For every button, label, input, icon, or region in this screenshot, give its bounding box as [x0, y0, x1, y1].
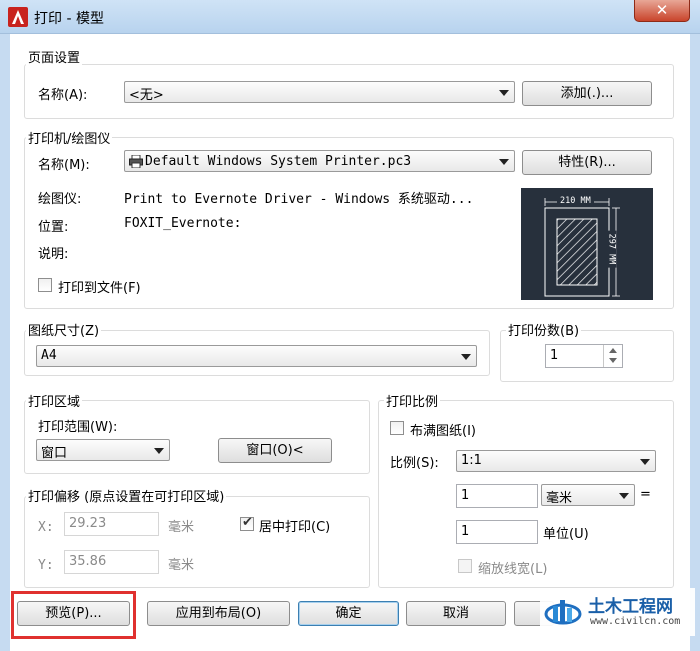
copies-spinner[interactable]: [603, 345, 623, 367]
chevron-down-icon: [154, 448, 164, 454]
offset-x-input[interactable]: 29.23: [64, 512, 159, 536]
unit-label: 单位(U): [543, 527, 589, 542]
preview-button-highlight: [11, 591, 136, 639]
scale-unit-value: 毫米: [546, 491, 573, 506]
location-label: 位置:: [38, 220, 69, 235]
plot-scale-group-label: 打印比例: [384, 391, 441, 410]
watermark-url: www.civilcn.com: [590, 616, 681, 627]
scale-lineweights-checkbox[interactable]: [458, 559, 472, 573]
plotter-value: Print to Evernote Driver - Windows 系统驱动.…: [124, 192, 474, 207]
add-page-setup-button[interactable]: 添加(.)...: [522, 81, 652, 106]
center-plot-checkbox[interactable]: ✔: [240, 515, 254, 531]
autocad-logo-icon: [8, 7, 28, 27]
fit-to-paper-checkbox[interactable]: [390, 421, 404, 435]
chevron-down-icon: [499, 90, 509, 96]
page-setup-group-label: 页面设置: [26, 47, 83, 66]
printer-name-dropdown[interactable]: Default Windows System Printer.pc3: [124, 150, 515, 172]
plot-range-label: 打印范围(W):: [38, 420, 118, 435]
apply-to-layout-button[interactable]: 应用到布局(O): [147, 601, 290, 626]
paper-size-group-label: 图纸尺寸(Z): [26, 320, 102, 339]
scale-label: 比例(S):: [390, 456, 439, 471]
printer-name-label: 名称(M):: [38, 158, 90, 173]
center-plot-label: 居中打印(C): [259, 520, 331, 535]
printer-name-value: Default Windows System Printer.pc3: [145, 154, 412, 169]
scale-value: 1:1: [461, 453, 482, 468]
window-title: 打印 - 模型: [34, 11, 104, 27]
plot-range-dropdown[interactable]: 窗口: [36, 439, 170, 461]
copies-group-label: 打印份数(B): [506, 320, 582, 339]
plotter-label: 绘图仪:: [38, 192, 82, 207]
offset-y-unit: 毫米: [168, 558, 195, 573]
scale-value1-input[interactable]: 1: [456, 484, 538, 508]
close-button[interactable]: ✕: [634, 0, 690, 22]
location-value: FOXIT_Evernote:: [124, 216, 242, 231]
ok-button[interactable]: 确定: [298, 601, 399, 626]
window-border-left: [0, 34, 10, 651]
page-setup-name-label: 名称(A):: [38, 88, 88, 103]
offset-x-unit: 毫米: [168, 520, 195, 535]
print-to-file-checkbox[interactable]: [38, 278, 52, 292]
paper-size-value: A4: [41, 348, 57, 363]
paper-height-dim: 297 MM: [606, 230, 617, 268]
chevron-down-icon: [499, 159, 509, 165]
spin-up-icon[interactable]: [609, 348, 617, 353]
watermark-title: 土木工程网: [588, 597, 673, 617]
page-setup-name-value: <无>: [129, 88, 164, 103]
spin-down-icon[interactable]: [609, 358, 617, 363]
chevron-down-icon: [619, 493, 629, 499]
paper-preview: 210 MM 297 MM: [521, 188, 653, 300]
plot-range-value: 窗口: [41, 446, 68, 461]
description-label: 说明:: [38, 247, 69, 262]
plot-area-group-label: 打印区域: [26, 391, 83, 410]
page-setup-name-dropdown[interactable]: <无>: [124, 81, 515, 103]
printer-icon: [129, 155, 143, 168]
scale-dropdown[interactable]: 1:1: [456, 450, 656, 472]
scale-unit-dropdown[interactable]: 毫米: [541, 484, 635, 506]
scale-lineweights-label: 缩放线宽(L): [478, 562, 548, 577]
printer-group-label: 打印机/绘图仪: [26, 128, 113, 147]
window-pick-button[interactable]: 窗口(O)<: [218, 438, 332, 463]
checkmark-icon: ✔: [242, 515, 253, 530]
paper-width-dim: 210 MM: [557, 196, 594, 206]
paper-size-dropdown[interactable]: A4: [36, 345, 477, 367]
fit-to-paper-label: 布满图纸(I): [410, 424, 476, 439]
civilcn-logo-icon: [544, 600, 582, 625]
printer-properties-button[interactable]: 特性(R)...: [522, 150, 652, 175]
offset-x-label: X:: [38, 520, 54, 535]
title-bar[interactable]: [0, 0, 700, 34]
print-to-file-label: 打印到文件(F): [58, 281, 141, 296]
scale-value2-input[interactable]: 1: [456, 520, 538, 544]
plot-offset-group: [24, 496, 370, 588]
chevron-down-icon: [461, 354, 471, 360]
offset-y-input[interactable]: 35.86: [64, 550, 159, 574]
equals-sign: =: [640, 487, 651, 502]
plot-offset-group-label: 打印偏移 (原点设置在可打印区域): [26, 486, 227, 505]
site-watermark: 土木工程网 www.civilcn.com: [540, 588, 695, 636]
cancel-button[interactable]: 取消: [406, 601, 506, 626]
chevron-down-icon: [640, 459, 650, 465]
offset-y-label: Y:: [38, 558, 54, 573]
window-border-right: [690, 34, 700, 651]
